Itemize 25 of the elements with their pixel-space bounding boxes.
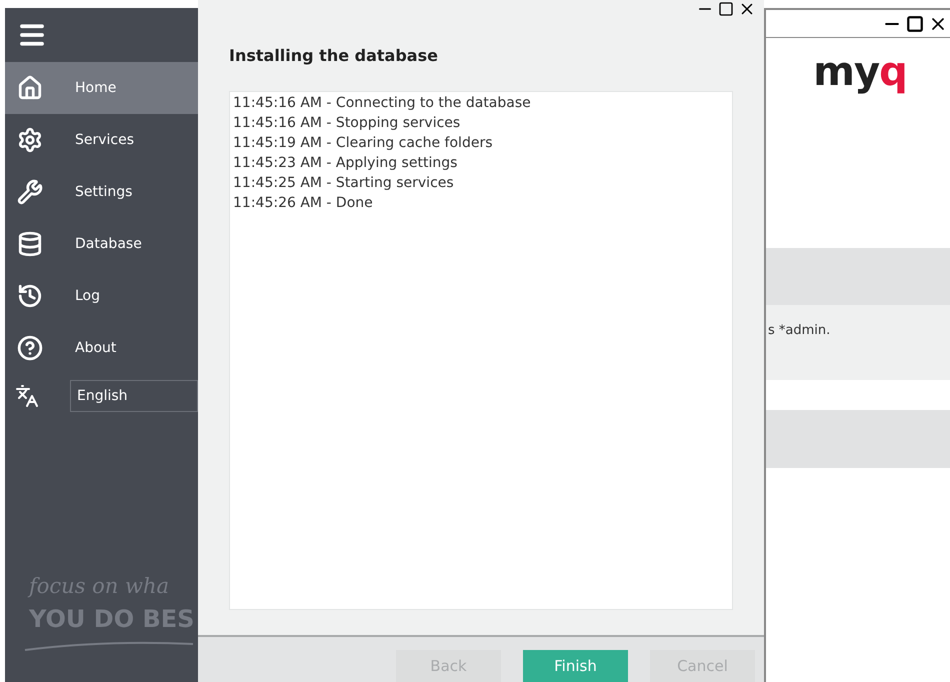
log-line: 11:45:16 AM - Connecting to the database (233, 94, 532, 113)
gear-icon (17, 127, 43, 153)
sidebar-item[interactable]: Log (5, 270, 198, 322)
maximize-icon[interactable] (718, 1, 734, 17)
log-line: 11:45:26 AM - Done (233, 194, 374, 213)
wrench-icon (17, 179, 43, 205)
maximize-icon[interactable] (906, 14, 924, 32)
language-field[interactable]: English (70, 380, 198, 412)
dialog-title: Installing the database (229, 46, 438, 65)
sidebar-item[interactable]: Database (5, 218, 198, 270)
history-icon (17, 283, 43, 309)
log-line: 11:45:19 AM - Clearing cache folders (233, 134, 494, 153)
message-text: s *admin. (768, 323, 830, 338)
sidebar-item[interactable]: About (5, 322, 198, 374)
log-line: 11:45:23 AM - Applying settings (233, 154, 458, 173)
log-line: 11:45:25 AM - Starting services (233, 174, 455, 193)
log-line: 11:45:16 AM - Stopping services (233, 114, 462, 133)
sidebar-item[interactable]: Home (5, 62, 198, 114)
sidebar-item[interactable]: Settings (5, 166, 198, 218)
language-icon (15, 384, 39, 408)
database-icon (17, 231, 43, 257)
myq-logo: myq (813, 50, 907, 97)
house-icon (17, 75, 43, 101)
sidebar-item[interactable]: Services (5, 114, 198, 166)
help-icon (17, 335, 43, 361)
